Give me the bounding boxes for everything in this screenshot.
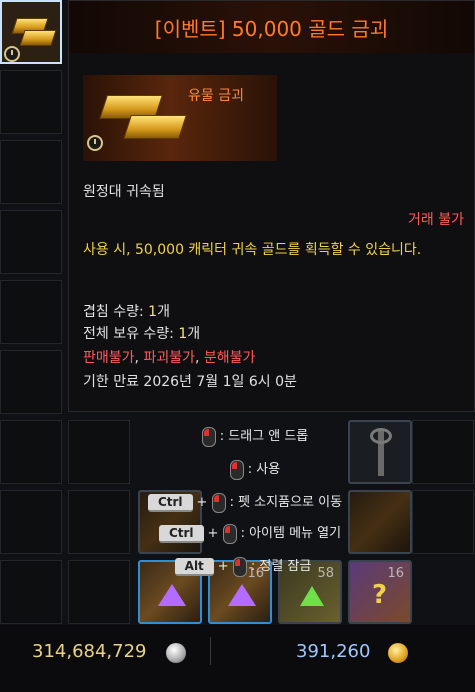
item-tooltip: [이벤트] 50,000 골드 금괴 유물 금괴 원정대 귀속됨 거래 불가 사… bbox=[68, 0, 475, 412]
mouse-right-icon bbox=[222, 523, 237, 544]
inventory-slot[interactable] bbox=[0, 560, 62, 624]
timer-icon bbox=[4, 46, 20, 62]
tooltip-header: [이벤트] 50,000 골드 금괴 bbox=[69, 1, 474, 53]
alt-key: Alt bbox=[174, 557, 214, 576]
inventory-slot[interactable] bbox=[412, 490, 474, 554]
mouse-right-icon bbox=[229, 459, 244, 480]
item-description: 사용 시, 50,000 캐릭터 귀속 골드를 획득할 수 있습니다. bbox=[83, 242, 422, 258]
stack-quantity: 겹침 수량: 1개 bbox=[83, 304, 170, 320]
hint-lock: Alt + : 정렬 잠금 bbox=[108, 555, 378, 577]
silver-amount: 314,684,729 bbox=[32, 641, 147, 662]
item-image: 유물 금괴 bbox=[83, 75, 277, 161]
hint-pet: Ctrl + : 펫 소지품으로 이동 bbox=[110, 491, 380, 513]
hint-menu: Ctrl + : 아이템 메뉴 열기 bbox=[115, 522, 385, 544]
silver-coin-icon bbox=[166, 643, 186, 663]
inventory-slot[interactable] bbox=[0, 490, 62, 554]
gold-bar-icon bbox=[123, 115, 187, 139]
purple-arrow-icon bbox=[158, 584, 186, 606]
ctrl-key: Ctrl bbox=[147, 493, 193, 512]
hint-drag: : 드래그 앤 드롭 bbox=[120, 425, 390, 447]
purple-arrow-icon bbox=[228, 584, 256, 606]
hint-use: : 사용 bbox=[120, 458, 390, 480]
item-grade-label: 유물 금괴 bbox=[188, 88, 244, 104]
mouse-left-icon bbox=[211, 492, 226, 513]
item-title: [이벤트] 50,000 골드 금괴 bbox=[154, 17, 389, 41]
gold-amount: 391,260 bbox=[296, 641, 371, 662]
divider bbox=[210, 637, 211, 665]
inventory-slot[interactable] bbox=[0, 420, 62, 484]
expiry-date: 기한 만료 2026년 7월 1일 6시 0분 bbox=[83, 374, 297, 390]
inventory-slot[interactable] bbox=[0, 140, 62, 204]
trade-status: 거래 불가 bbox=[408, 212, 464, 228]
inventory-slot[interactable] bbox=[412, 420, 474, 484]
item-count: 16 bbox=[387, 566, 404, 581]
green-arrow-icon bbox=[300, 586, 324, 606]
owned-quantity: 전체 보유 수량: 1개 bbox=[83, 326, 201, 342]
restrictions: 판매불가, 파괴불가, 분해불가 bbox=[83, 350, 256, 366]
inventory-slot-selected[interactable] bbox=[0, 0, 62, 64]
gold-coin-icon bbox=[388, 643, 408, 663]
mouse-left-icon bbox=[232, 556, 247, 577]
ctrl-key: Ctrl bbox=[158, 524, 204, 543]
inventory-slot[interactable] bbox=[0, 280, 62, 344]
inventory-slot[interactable] bbox=[0, 350, 62, 414]
question-mark-icon: ? bbox=[372, 580, 388, 610]
timer-icon bbox=[87, 135, 103, 151]
inventory-slot[interactable] bbox=[0, 210, 62, 274]
mouse-left-icon bbox=[201, 426, 216, 447]
bound-status: 원정대 귀속됨 bbox=[83, 184, 165, 200]
currency-bar: 314,684,729 391,260 bbox=[0, 625, 475, 692]
inventory-slot[interactable] bbox=[0, 70, 62, 134]
